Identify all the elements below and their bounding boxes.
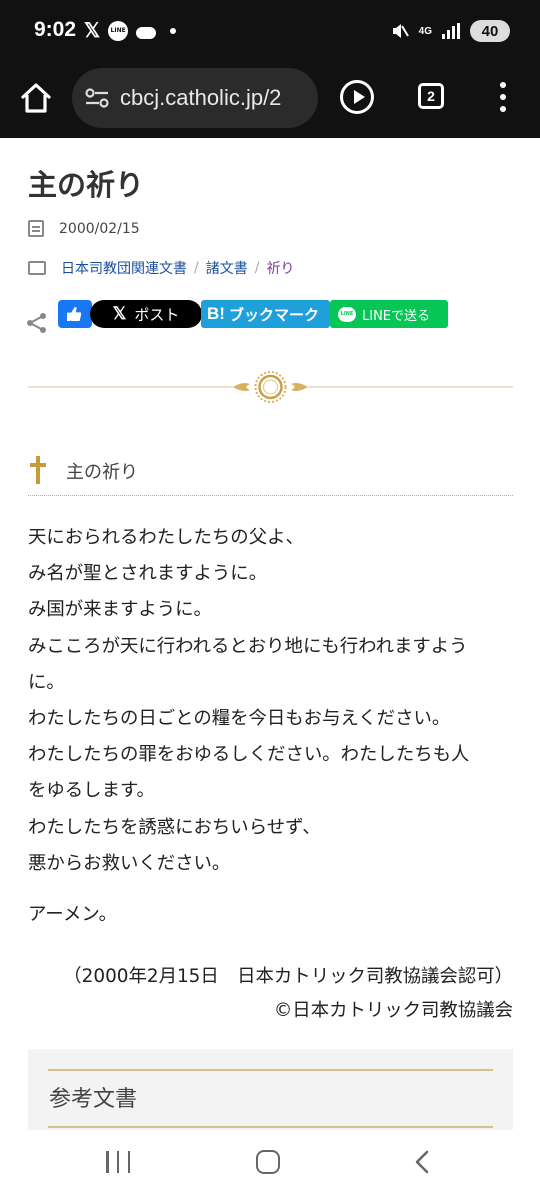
category-link-prayers[interactable]: 祈り <box>266 258 294 278</box>
home-nav-icon[interactable] <box>256 1150 280 1174</box>
facebook-like-button[interactable] <box>58 300 92 328</box>
status-bar: 9:02 𝕏 LINE 4G 40 <box>0 0 540 62</box>
copyright-text: ©日本カトリック司教協議会 <box>273 1000 513 1021</box>
home-button[interactable] <box>18 80 56 118</box>
line-share-label: LINEで送る <box>362 308 431 324</box>
breadcrumb-separator: / <box>194 260 199 276</box>
more-menu-icon[interactable] <box>497 82 509 112</box>
dot-icon <box>170 27 177 34</box>
prayer-line: をゆるします。 <box>28 780 155 802</box>
mute-icon <box>391 22 409 40</box>
notification-icons: 𝕏 LINE <box>84 18 177 43</box>
breadcrumb: 日本司教団関連文書 / 諸文書 / 祈り <box>28 258 294 278</box>
category-link-bishops-documents[interactable]: 日本司教団関連文書 <box>61 258 187 278</box>
prayer-line: わたしたちの罪をおゆるしください。わたしたちも人 <box>28 744 470 766</box>
prayer-line: みこころが天に行われるとおり地にも行われますよう <box>28 635 468 657</box>
divider <box>48 1126 493 1128</box>
prayer-line: わたしたちの日ごとの糧を今日もお与えください。 <box>28 708 451 730</box>
prayer-line: 悪からお救いください。 <box>28 852 231 874</box>
system-navigation-bar <box>0 1130 540 1200</box>
divider-ornament <box>28 371 513 403</box>
line-icon: LINE <box>338 306 356 322</box>
approval-block: （2000年2月15日 日本カトリック司教協議会認可） ©日本カトリック司教協議… <box>28 960 513 1028</box>
approval-text: （2000年2月15日 日本カトリック司教協議会認可） <box>63 966 513 987</box>
x-post-button[interactable]: 𝕏 ポスト <box>90 300 202 328</box>
section-header: 主の祈り <box>28 452 513 496</box>
back-icon[interactable] <box>414 1150 430 1174</box>
reference-documents-box: 参考文書 <box>28 1049 513 1130</box>
address-bar[interactable]: cbcj.catholic.jp/2 <box>72 68 318 128</box>
prayer-line: 天におられるわたしたちの父よ、 <box>28 527 304 548</box>
page-content: 主の祈り 2000/02/15 日本司教団関連文書 / 諸文書 / 祈り 𝕏 ポ… <box>0 138 540 1130</box>
hatena-icon: B! <box>207 304 225 323</box>
line-share-button[interactable]: LINE LINEで送る <box>330 300 448 328</box>
signal-icon <box>442 23 460 39</box>
recents-icon[interactable] <box>106 1151 130 1173</box>
prayer-line: み名が聖とされますように。 <box>28 563 268 585</box>
tab-switcher-button[interactable]: 2 <box>418 83 444 109</box>
calendar-icon <box>28 220 44 237</box>
amen-text: アーメン。 <box>28 904 118 925</box>
prayer-line: に。 <box>28 671 65 693</box>
home-icon <box>21 83 51 113</box>
system-icons: 4G 40 <box>391 20 510 42</box>
battery-icon: 40 <box>470 20 510 42</box>
x-icon: 𝕏 <box>112 304 127 323</box>
cloud-icon <box>136 26 157 39</box>
page-title: 主の祈り <box>28 168 145 202</box>
x-icon: 𝕏 <box>84 20 101 42</box>
post-date: 2000/02/15 <box>28 220 140 237</box>
url-text: cbcj.catholic.jp/2 <box>120 85 282 110</box>
network-type: 4G <box>418 25 432 37</box>
line-icon: LINE <box>108 20 129 41</box>
prayer-text: 天におられるわたしたちの父よ、 み名が聖とされますように。 み国が来ますように。… <box>28 520 518 882</box>
hatena-bookmark-button[interactable]: B! ブックマーク <box>201 300 330 328</box>
hatena-label: ブックマーク <box>228 305 319 324</box>
cross-icon <box>30 456 46 484</box>
category-link-documents[interactable]: 諸文書 <box>206 258 248 278</box>
reference-title: 参考文書 <box>49 1087 138 1112</box>
prayer-line: わたしたちを誘惑におちいらせず、 <box>28 816 321 838</box>
section-title: 主の祈り <box>66 462 138 483</box>
x-post-label: ポスト <box>134 305 180 324</box>
share-icon[interactable] <box>26 312 48 334</box>
play-icon[interactable] <box>340 80 374 114</box>
breadcrumb-separator: / <box>254 260 260 276</box>
status-time: 9:02 <box>34 18 77 41</box>
folder-icon <box>28 261 46 275</box>
divider <box>48 1069 493 1071</box>
browser-toolbar: cbcj.catholic.jp/2 2 <box>0 62 540 138</box>
date-text: 2000/02/15 <box>59 220 140 237</box>
site-settings-icon <box>85 88 109 108</box>
prayer-line: み国が来ますように。 <box>28 599 212 621</box>
